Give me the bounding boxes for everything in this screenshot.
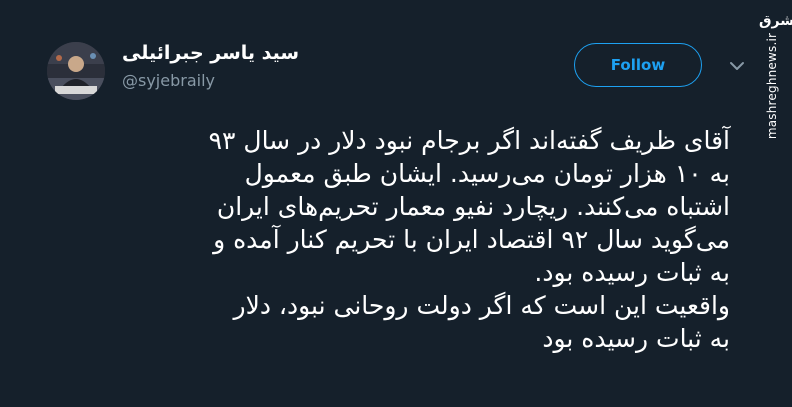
- tweet-line: می‌گوید سال ۹۲ اقتصاد ایران با تحریم کنا…: [213, 225, 730, 254]
- author-display-name[interactable]: سید یاسر جبرائیلی: [122, 40, 322, 66]
- tweet-text: آقای ظریف گفته‌اند اگر برجام نبود دلار د…: [50, 124, 730, 355]
- tweet-line: به ۱۰ هزار تومان می‌رسید. ایشان طبق معمو…: [244, 159, 730, 188]
- tweet-card: سید یاسر جبرائیلی @syjebraily Follow مشر…: [0, 0, 792, 407]
- watermark-logo: مشرق: [759, 13, 792, 29]
- tweet-line: آقای ظریف گفته‌اند اگر برجام نبود دلار د…: [208, 126, 730, 155]
- avatar[interactable]: [47, 42, 105, 100]
- watermark-site: mashreghnews.ir: [765, 32, 779, 140]
- author-handle[interactable]: @syjebraily: [122, 70, 215, 92]
- site-watermark: مشرق mashreghnews.ir: [759, 8, 792, 139]
- follow-button[interactable]: Follow: [574, 43, 702, 87]
- tweet-line: واقعیت این است که اگر دولت روحانی نبود، …: [233, 291, 730, 320]
- chevron-down-icon[interactable]: [727, 58, 747, 74]
- tweet-line: اشتباه می‌کنند. ریچارد نفیو معمار تحریم‌…: [216, 192, 730, 221]
- tweet-line: به ثبات رسیده بود.: [534, 258, 730, 287]
- tweet-line: به ثبات رسیده بود: [542, 324, 730, 353]
